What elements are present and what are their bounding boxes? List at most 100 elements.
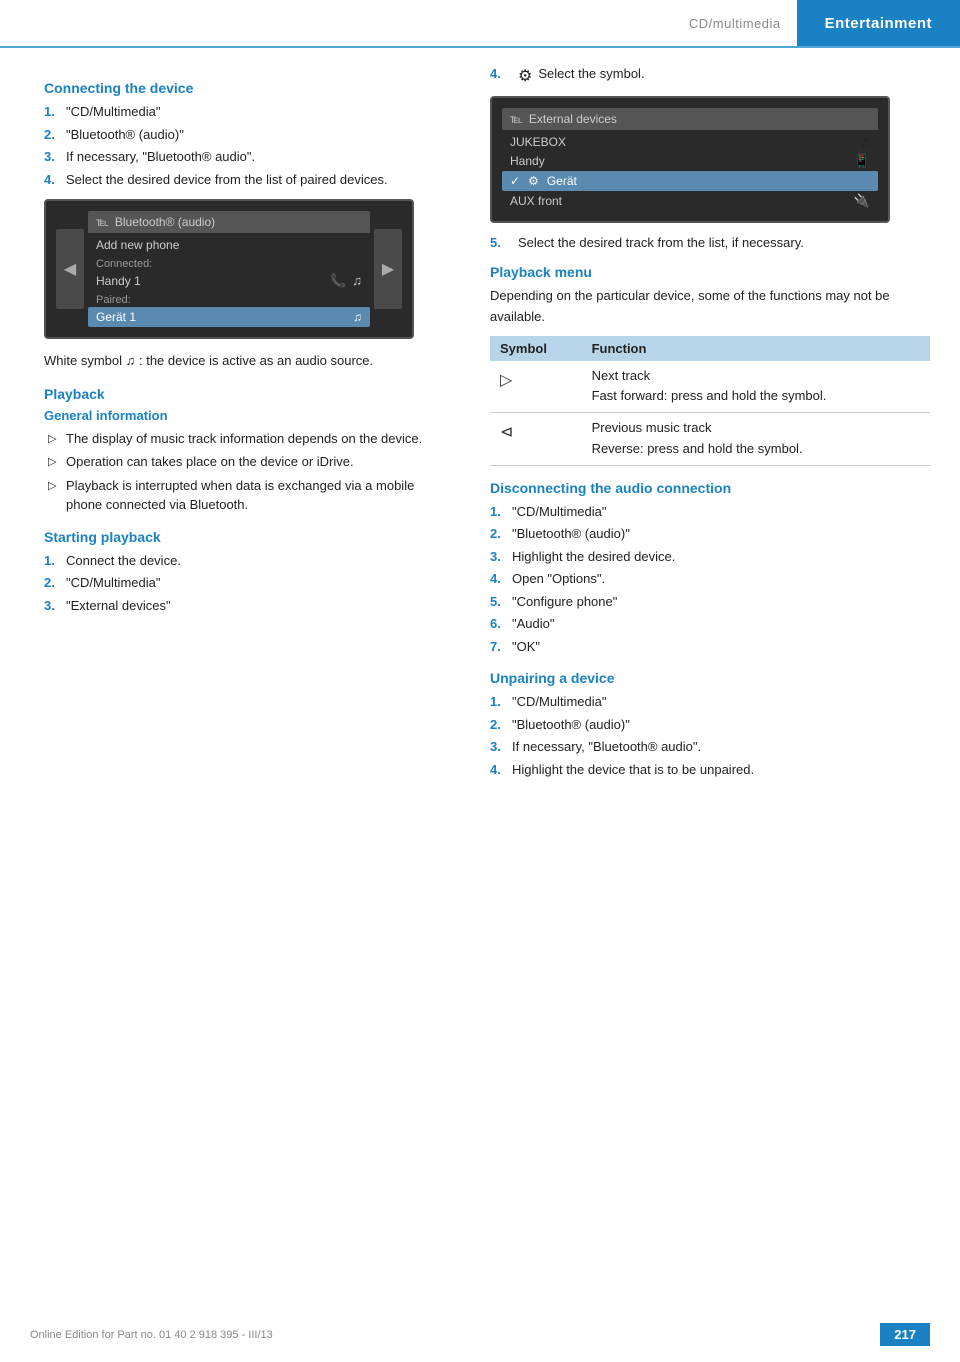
general-info-bullets: ▷ The display of music track information… — [44, 429, 446, 515]
disconnecting-step-6: 6. "Audio" — [490, 614, 930, 634]
disconnecting-title: Disconnecting the audio connection — [490, 480, 930, 496]
screen-inner: ℡ External devices JUKEBOX ♫ Handy 📱 ✓ ⚙… — [502, 108, 878, 211]
page-number: 217 — [880, 1323, 930, 1346]
unpairing-step-1: 1. "CD/Multimedia" — [490, 692, 930, 712]
header-entertainment-label: Entertainment — [797, 0, 960, 46]
step-text: If necessary, "Bluetooth® audio". — [66, 147, 446, 167]
right-column: 4. ⚙ Select the symbol. ℡ External devic… — [470, 66, 960, 787]
step-text: "Bluetooth® (audio)" — [66, 125, 446, 145]
header-cd-label: CD/multimedia — [689, 16, 797, 31]
gerat-selected-row: ✓ ⚙ Gerät — [502, 171, 878, 191]
starting-step-2: 2. "CD/Multimedia" — [44, 573, 446, 593]
music-icon: ♫ — [860, 134, 870, 149]
starting-playback-title: Starting playback — [44, 529, 446, 545]
step-num: 1. — [490, 692, 512, 712]
gerat-label: Gerät — [547, 174, 577, 188]
function-header: Function — [582, 336, 930, 361]
starting-steps: 1. Connect the device. 2. "CD/Multimedia… — [44, 551, 446, 616]
left-column: Connecting the device 1. "CD/Multimedia"… — [0, 66, 470, 787]
step-num: 3. — [490, 737, 512, 757]
connecting-title: Connecting the device — [44, 80, 446, 96]
screen-header-text: Bluetooth® (audio) — [115, 215, 215, 229]
screen-header-text: External devices — [529, 112, 617, 126]
table-row-next: ▷ Next track Fast forward: press and hol… — [490, 361, 930, 413]
paired-device-item: Gerät 1 ♫ — [88, 307, 370, 327]
step-num: 4. — [490, 760, 512, 780]
step-text: "Audio" — [512, 614, 930, 634]
main-content: Connecting the device 1. "CD/Multimedia"… — [0, 48, 960, 787]
step-num: 1. — [44, 551, 66, 571]
symbol-header: Symbol — [490, 336, 582, 361]
external-icon: ℡ — [510, 112, 523, 126]
disconnecting-steps: 1. "CD/Multimedia" 2. "Bluetooth® (audio… — [490, 502, 930, 657]
step-text: "External devices" — [66, 596, 446, 616]
step-num: 3. — [490, 547, 512, 567]
prev-track-symbol: ⊲ — [490, 413, 582, 466]
external-devices-screen: ℡ External devices JUKEBOX ♫ Handy 📱 ✓ ⚙… — [490, 96, 890, 223]
screen-content: ℡ Bluetooth® (audio) Add new phone Conne… — [88, 211, 370, 327]
connecting-step-1: 1. "CD/Multimedia" — [44, 102, 446, 122]
bullet-text: Operation can takes place on the device … — [66, 452, 446, 472]
step-num: 2. — [44, 573, 66, 593]
device-icons: 📞 ♫ — [330, 273, 362, 289]
step-num: 5. — [490, 592, 512, 612]
nav-left-arrow[interactable]: ◀ — [56, 229, 84, 309]
bullet-text: Playback is interrupted when data is exc… — [66, 476, 446, 515]
table-row-prev: ⊲ Previous music track Reverse: press an… — [490, 413, 930, 466]
unpairing-steps: 1. "CD/Multimedia" 2. "Bluetooth® (audio… — [490, 692, 930, 779]
disconnecting-step-4: 4. Open "Options". — [490, 569, 930, 589]
step-num: 1. — [44, 102, 66, 122]
phone-icon: 📞 — [330, 273, 346, 289]
step-text: "Bluetooth® (audio)" — [512, 715, 930, 735]
connected-device-row: Handy 1 📞 ♫ — [88, 271, 370, 291]
bullet-arrow: ▷ — [48, 452, 66, 472]
music-icon: ♫ — [352, 273, 362, 289]
next-track-symbol: ▷ — [490, 361, 582, 413]
aux-label: AUX front — [510, 194, 562, 208]
step-text: "Bluetooth® (audio)" — [512, 524, 930, 544]
check-icon: ✓ — [510, 174, 520, 188]
disconnecting-step-2: 2. "Bluetooth® (audio)" — [490, 524, 930, 544]
step-text: "CD/Multimedia" — [66, 102, 446, 122]
bullet-item-2: ▷ Operation can takes place on the devic… — [44, 452, 446, 472]
step-num: 2. — [44, 125, 66, 145]
bullet-item-1: ▷ The display of music track information… — [44, 429, 446, 449]
playback-menu-title: Playback menu — [490, 264, 930, 280]
step-num: 2. — [490, 524, 512, 544]
page-header: CD/multimedia Entertainment — [0, 0, 960, 48]
aux-icon: 🔌 — [854, 193, 870, 209]
step5-container: 5. Select the desired track from the lis… — [490, 235, 930, 250]
step-text: Open "Options". — [512, 569, 930, 589]
playback-table: Symbol Function ▷ Next track Fast forwar… — [490, 336, 930, 466]
next-track-label: Next track — [592, 366, 920, 387]
symbol-note: White symbol ♫ : the device is active as… — [44, 351, 446, 372]
paired-device-name: Gerät 1 — [96, 310, 353, 324]
add-new-phone-item: Add new phone — [88, 235, 370, 255]
step-text: Select the desired device from the list … — [66, 170, 446, 190]
disconnecting-step-5: 5. "Configure phone" — [490, 592, 930, 612]
starting-step-1: 1. Connect the device. — [44, 551, 446, 571]
phone-icon: 📱 — [854, 153, 870, 169]
disconnecting-step-7: 7. "OK" — [490, 637, 930, 657]
screen-header-bar: ℡ External devices — [502, 108, 878, 130]
prev-track-label: Previous music track — [592, 418, 920, 439]
step-text: Highlight the device that is to be unpai… — [512, 760, 930, 780]
screen-header: ℡ Bluetooth® (audio) — [88, 211, 370, 233]
step-num: 2. — [490, 715, 512, 735]
connecting-steps: 1. "CD/Multimedia" 2. "Bluetooth® (audio… — [44, 102, 446, 189]
bullet-text: The display of music track information d… — [66, 429, 446, 449]
step-text: If necessary, "Bluetooth® audio". — [512, 737, 930, 757]
bluetooth-screen-mockup: ◀ ℡ Bluetooth® (audio) Add new phone Con… — [44, 199, 414, 339]
paired-label: Paired: — [88, 291, 370, 307]
disconnecting-step-3: 3. Highlight the desired device. — [490, 547, 930, 567]
settings-icon-2: ⚙ — [528, 174, 539, 188]
unpairing-step-2: 2. "Bluetooth® (audio)" — [490, 715, 930, 735]
step-text: "CD/Multimedia" — [66, 573, 446, 593]
connected-device-name: Handy 1 — [96, 274, 141, 288]
unpairing-title: Unpairing a device — [490, 670, 930, 686]
paired-device-icon: ♫ — [353, 310, 362, 324]
step-num: 4. — [490, 569, 512, 589]
nav-right-arrow[interactable]: ▶ — [374, 229, 402, 309]
footer-text: Online Edition for Part no. 01 40 2 918 … — [30, 1329, 273, 1341]
jukebox-label: JUKEBOX — [510, 135, 566, 149]
